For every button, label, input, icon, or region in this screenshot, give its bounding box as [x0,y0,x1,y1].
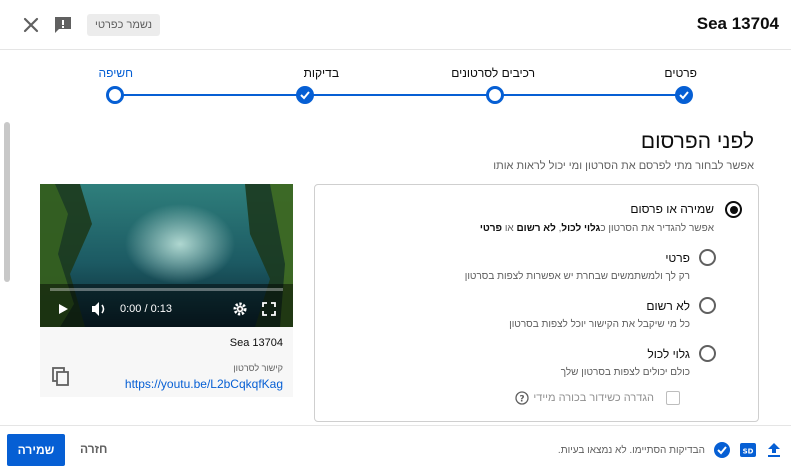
sd-badge-icon: SD [739,441,757,459]
video-title: Sea 13704 [696,14,779,33]
svg-text:?: ? [519,395,524,405]
step-label-elements[interactable]: רכיבים לסרטונים [451,66,535,80]
instant-premiere-checkbox[interactable] [666,391,680,405]
step-check-icon[interactable] [675,86,693,104]
saved-status-chip: נשמר כפרטי [87,14,160,36]
dialog-footer: שמירה חזרה SD הבדיקות הסתיימו. לא נמצאו … [0,425,791,473]
gear-icon[interactable] [232,301,248,322]
play-icon[interactable] [56,302,70,321]
unlisted-label: לא רשום [646,299,690,313]
video-link-label: קישור לסרטון [233,363,283,373]
video-time: 0:00 / 0:13 [120,303,172,315]
svg-text:SD: SD [743,448,754,456]
step-label-visibility[interactable]: חשיפה [99,66,133,80]
back-button[interactable]: חזרה [80,442,107,456]
section-title: לפני הפרסום [640,130,754,153]
help-icon[interactable]: ? [515,391,529,405]
checks-complete-icon [713,441,731,459]
save-publish-radio[interactable] [725,201,742,218]
instant-premiere-label: הגדרה כשידור בכורה מיידי [533,392,654,404]
video-player[interactable]: 0:00 / 0:13 [40,184,293,327]
private-radio[interactable] [699,249,716,266]
public-radio[interactable] [699,345,716,362]
public-label: גלוי לכול [647,347,690,361]
upload-stepper: פרטים רכיבים לסרטונים בדיקות חשיפה [0,50,791,120]
checks-status-text: הבדיקות הסתיימו. לא נמצאו בעיות. [557,445,705,456]
save-button[interactable]: שמירה [7,434,65,466]
feedback-icon[interactable] [52,14,74,36]
visibility-options-card: שמירה או פרסום אפשר להגדיר את הסרטון כגל… [314,184,759,422]
stepper-line [115,94,685,96]
close-icon[interactable] [20,14,42,36]
private-desc: רק לך ולמשתמשים שבחרת יש אפשרות לצפות בס… [464,271,690,282]
scrollbar[interactable] [4,122,10,282]
fullscreen-icon[interactable] [262,302,276,321]
step-label-details[interactable]: פרטים [664,66,697,80]
save-publish-label: שמירה או פרסום [630,202,714,216]
unlisted-radio[interactable] [699,297,716,314]
step-label-checks[interactable]: בדיקות [304,66,339,80]
volume-icon[interactable] [90,301,108,322]
save-publish-desc: אפשר להגדיר את הסרטון כגלוי לכול, לא רשו… [479,223,714,234]
video-link[interactable]: https://youtu.be/L2bCqkqfKag [125,377,283,391]
section-subtitle: אפשר לבחור מתי לפרסם את הסרטון ומי יכול … [493,160,754,172]
private-label: פרטי [665,251,690,265]
video-filename: Sea 13704 [229,337,283,349]
dialog-header: Sea 13704 נשמר כפרטי [0,0,791,50]
copy-icon[interactable] [52,367,70,387]
step-ring-icon[interactable] [106,86,124,104]
step-ring-icon[interactable] [486,86,504,104]
step-check-icon[interactable] [296,86,314,104]
video-info-panel: Sea 13704 קישור לסרטון https://youtu.be/… [40,327,293,397]
public-desc: כולם יכולים לצפות בסרטון שלך [560,367,690,378]
unlisted-desc: כל מי שיקבל את הקישור יוכל לצפות בסרטון [509,319,690,330]
video-progress-bar[interactable] [50,288,283,291]
upload-icon [765,441,783,459]
